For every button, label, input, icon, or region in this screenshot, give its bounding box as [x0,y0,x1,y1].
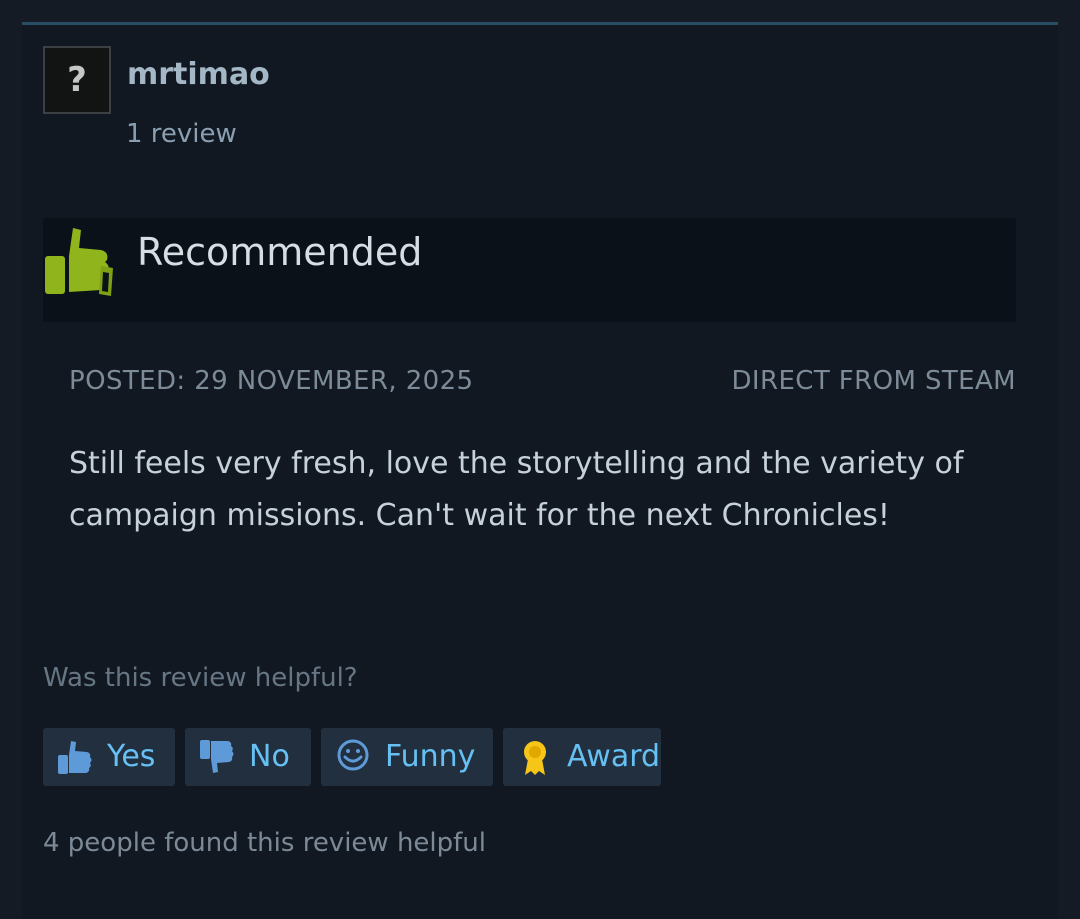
review-source: DIRECT FROM STEAM [731,366,1016,396]
page: ? mrtimao 1 review Recommended POSTED: 2… [0,0,1080,919]
vote-yes-label: Yes [107,739,156,774]
vote-funny-button[interactable]: Funny [321,728,493,786]
posted-date: POSTED: 29 NOVEMBER, 2025 [69,366,474,396]
vote-no-button[interactable]: No [185,728,311,786]
award-label: Award [567,739,661,774]
avatar-placeholder-icon: ? [67,60,87,100]
avatar[interactable]: ? [43,46,111,114]
helpful-count: 4 people found this review helpful [43,828,487,858]
award-icon [515,737,555,777]
vote-yes-button[interactable]: Yes [43,728,175,786]
recommendation-label: Recommended [137,230,423,274]
review-card: ? mrtimao 1 review Recommended POSTED: 2… [22,22,1058,919]
vote-button-row: Yes No Funny Award [43,728,661,786]
author-name[interactable]: mrtimao [127,55,270,95]
review-body: Still feels very fresh, love the storyte… [69,446,964,533]
award-button[interactable]: Award [503,728,661,786]
vote-funny-label: Funny [385,739,476,774]
vote-no-label: No [249,739,290,774]
thumbs-up-icon [45,228,113,296]
thumbs-up-icon [55,737,95,777]
author-review-count[interactable]: 1 review [126,117,237,151]
recommendation-banner[interactable]: Recommended [43,218,1016,322]
thumbs-down-icon [197,737,237,777]
helpful-question: Was this review helpful? [43,663,358,693]
smiley-icon [333,737,373,777]
